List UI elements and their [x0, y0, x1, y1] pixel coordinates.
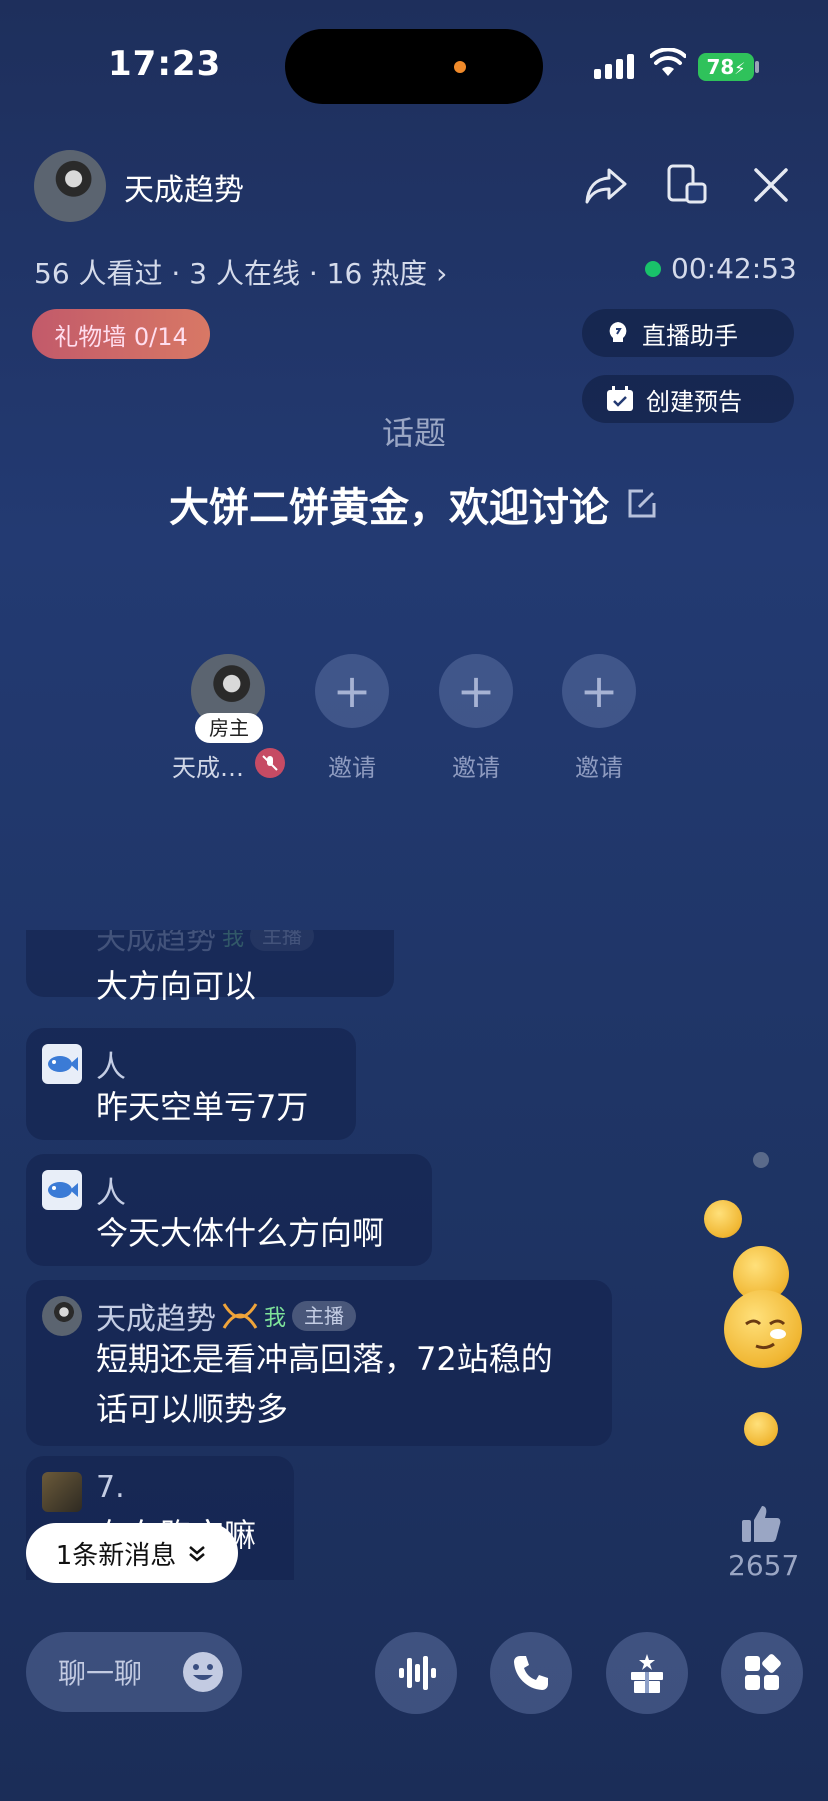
thumbs-up-icon[interactable] [740, 1502, 782, 1544]
invite-seat-2[interactable]: + [439, 654, 513, 728]
topic-title: 大饼二饼黄金，欢迎讨论 [169, 485, 609, 531]
status-time: 17:23 [108, 44, 222, 84]
share-icon[interactable] [583, 162, 629, 208]
live-timer: 00:42:53 [645, 252, 797, 285]
edit-icon[interactable] [625, 487, 659, 521]
chat-username: 天成趋势 我 主播 [96, 1294, 357, 1338]
live-assistant-button[interactable]: 直播助手 [582, 309, 794, 357]
close-icon[interactable] [748, 162, 794, 208]
like-count: 2657 [728, 1549, 800, 1582]
battery-cap [755, 61, 759, 73]
voice-effect-button[interactable] [375, 1632, 457, 1714]
timer-value: 00:42:53 [671, 252, 797, 285]
chat-username-text: 天成趋势 [96, 930, 216, 957]
live-dot [645, 260, 661, 277]
more-apps-button[interactable] [721, 1632, 803, 1714]
gift-button[interactable] [606, 1632, 688, 1714]
fish-avatar-icon [42, 1044, 82, 1084]
battery-indicator: 78⚡ [698, 53, 754, 81]
chat-username: 人 [96, 1050, 126, 1085]
chat-text: 大方向可以 [96, 967, 257, 1005]
minimize-window-icon[interactable] [665, 162, 711, 208]
invite-label-1: 邀请 [328, 754, 376, 782]
call-button[interactable] [490, 1632, 572, 1714]
chat-input[interactable]: 聊一聊 [26, 1632, 242, 1712]
floating-bubble [753, 1152, 769, 1168]
chat-username: 人 [96, 1176, 126, 1211]
host-seat-name: 天成… [172, 754, 244, 782]
room-stats[interactable]: 56 人看过 · 3 人在线 · 16 热度 › [34, 252, 447, 292]
battery-level: 78 [706, 55, 735, 79]
soundwave-icon [399, 1656, 436, 1690]
invite-seat-1[interactable]: + [315, 654, 389, 728]
chat-list[interactable]: 天成趋势 我 主播 大方向可以 人 昨天空单亏7万 人 今天大体什么方向啊 天成… [0, 930, 828, 1580]
chat-text: 昨天空单亏7万 [96, 1088, 309, 1126]
chat-input-placeholder: 聊一聊 [58, 1657, 143, 1690]
chat-username: 天成趋势 我 主播 [96, 930, 315, 958]
chat-text: 今天大体什么方向啊 [96, 1214, 385, 1252]
chat-text-line1: 短期还是看冲高回落，72站稳的 [96, 1340, 553, 1378]
recording-indicator [454, 61, 466, 73]
host-chat-avatar [42, 1296, 82, 1336]
room-title: 天成趋势 [124, 173, 244, 208]
new-message-label: 1条新消息 [55, 1540, 177, 1571]
lightbulb-icon [609, 322, 627, 342]
topic-label: 话题 [381, 414, 446, 452]
chevron-down-icon [189, 1546, 206, 1562]
phone-icon [514, 1656, 548, 1690]
host-badge: 主播 [250, 930, 315, 951]
chat-username: 7. [96, 1470, 125, 1505]
live-assistant-label: 直播助手 [642, 321, 738, 350]
chat-text-line2: 话可以顺势多 [96, 1390, 289, 1428]
me-badge: 我 [222, 930, 245, 951]
new-message-button[interactable]: 1条新消息 [26, 1523, 238, 1583]
invite-seat-3[interactable]: + [562, 654, 636, 728]
host-tag: 房主 [195, 713, 263, 743]
cellular-signal-icon [594, 54, 634, 79]
chat-username-text: 天成趋势 [96, 1302, 216, 1337]
gift-box-icon [631, 1654, 663, 1693]
room-avatar[interactable] [34, 150, 106, 222]
host-badge: 主播 [292, 1301, 357, 1331]
level-badge-icon [222, 1303, 258, 1329]
emoji-icon[interactable] [182, 1651, 224, 1693]
dynamic-island [285, 29, 543, 104]
emoji-grin-icon [704, 1200, 742, 1238]
wifi-icon [650, 48, 686, 76]
topic-title-row: 大饼二饼黄金，欢迎讨论 [0, 475, 828, 533]
invite-label-2: 邀请 [452, 754, 500, 782]
invite-label-3: 邀请 [575, 754, 623, 782]
user-avatar [42, 1472, 82, 1512]
mic-muted-icon [255, 748, 285, 778]
fish-avatar-icon [42, 1170, 82, 1210]
emoji-grin-small-icon [744, 1412, 778, 1446]
gift-wall-button[interactable]: 礼物墙 0/14 [32, 309, 210, 359]
apps-grid-icon [745, 1654, 781, 1690]
me-badge: 我 [264, 1306, 287, 1331]
emoji-smug-icon [724, 1290, 802, 1368]
